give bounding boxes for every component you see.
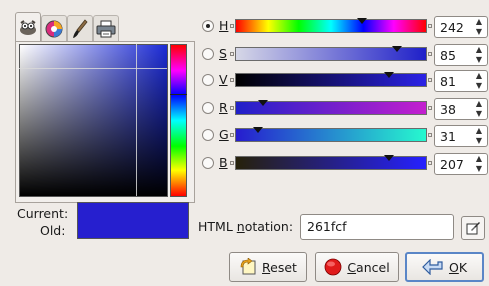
slider-track-v[interactable] [235, 73, 427, 87]
slider-end-left [230, 24, 234, 28]
slider-end-right [428, 106, 432, 110]
tab-wheel-selector[interactable] [41, 15, 67, 42]
printer-icon [96, 20, 116, 38]
slider-end-left [230, 161, 234, 165]
html-notation-input[interactable]: 261fcf [300, 214, 454, 240]
crosshair-vertical [136, 44, 137, 196]
slider-thumb-g[interactable] [253, 127, 264, 133]
slider-track-g[interactable] [235, 128, 427, 142]
ok-button[interactable]: OK [405, 252, 484, 282]
cancel-button[interactable]: Cancel [315, 252, 399, 282]
slider-track-b[interactable] [235, 156, 427, 170]
channel-radio-h[interactable] [202, 20, 214, 32]
chevron-up-icon[interactable]: ▲ [476, 100, 482, 108]
chevron-up-icon[interactable]: ▲ [476, 18, 482, 26]
channel-row-g: G 31 ▲ ▼ [199, 125, 489, 147]
spin-value-v[interactable]: 81 [440, 74, 456, 89]
chevron-down-icon[interactable]: ▼ [476, 82, 482, 90]
slider-end-right [428, 161, 432, 165]
spin-value-g[interactable]: 31 [440, 129, 456, 144]
spin-value-h[interactable]: 242 [440, 20, 464, 35]
slider-thumb-s[interactable] [391, 46, 402, 52]
channel-row-v: V 81 ▲ ▼ [199, 70, 489, 92]
color-picker-button[interactable] [461, 216, 485, 240]
tab-gimp-selector[interactable] [15, 12, 41, 43]
slider-end-left [230, 106, 234, 110]
spin-arrows[interactable]: ▲ ▼ [473, 72, 485, 90]
eyedropper-icon [466, 222, 480, 235]
slider-end-left [230, 52, 234, 56]
wilber-icon [20, 20, 36, 35]
channel-radio-s[interactable] [202, 48, 214, 60]
color-selector-tabs [15, 12, 125, 44]
color-swatch [77, 202, 189, 239]
spin-button-g[interactable]: 31 ▲ ▼ [434, 125, 488, 147]
channel-row-s: S 85 ▲ ▼ [199, 44, 489, 66]
spin-button-b[interactable]: 207 ▲ ▼ [434, 153, 488, 175]
spin-button-s[interactable]: 85 ▲ ▼ [434, 44, 488, 66]
cancel-icon [324, 258, 342, 276]
spin-value-r[interactable]: 38 [440, 102, 456, 117]
hue-strip[interactable] [170, 44, 187, 197]
slider-thumb-h[interactable] [357, 18, 368, 24]
slider-end-right [428, 133, 432, 137]
slider-thumb-v[interactable] [383, 72, 394, 78]
slider-thumb-b[interactable] [384, 155, 395, 161]
slider-end-right [428, 52, 432, 56]
spin-arrows[interactable]: ▲ ▼ [473, 100, 485, 118]
reset-button[interactable]: Reset [229, 252, 307, 282]
color-wheel-icon [45, 20, 63, 38]
channel-row-h: H 242 ▲ ▼ [199, 16, 489, 38]
slider-end-right [428, 78, 432, 82]
spin-button-r[interactable]: 38 ▲ ▼ [434, 98, 488, 120]
spin-arrows[interactable]: ▲ ▼ [473, 155, 485, 173]
chevron-up-icon[interactable]: ▲ [476, 72, 482, 80]
chevron-down-icon[interactable]: ▼ [476, 165, 482, 173]
saturation-value-area[interactable] [19, 44, 168, 197]
crosshair-horizontal [19, 68, 167, 69]
spin-value-b[interactable]: 207 [440, 157, 464, 172]
spin-value-s[interactable]: 85 [440, 48, 456, 63]
chevron-down-icon[interactable]: ▼ [476, 110, 482, 118]
channel-row-b: B 207 ▲ ▼ [199, 153, 489, 175]
ok-arrow-icon [422, 259, 443, 275]
channel-radio-b[interactable] [202, 157, 214, 169]
slider-track-h[interactable] [235, 19, 427, 33]
spin-button-h[interactable]: 242 ▲ ▼ [434, 16, 488, 38]
spin-button-v[interactable]: 81 ▲ ▼ [434, 70, 488, 92]
channel-row-r: R 38 ▲ ▼ [199, 98, 489, 120]
chevron-up-icon[interactable]: ▲ [476, 155, 482, 163]
paintbrush-icon [73, 19, 88, 38]
slider-end-left [230, 78, 234, 82]
old-label: Old: [40, 223, 66, 238]
channel-radio-g[interactable] [202, 129, 214, 141]
chevron-down-icon[interactable]: ▼ [476, 56, 482, 64]
current-label: Current: [17, 206, 69, 221]
reset-icon [240, 258, 256, 275]
spin-arrows[interactable]: ▲ ▼ [473, 46, 485, 64]
chevron-down-icon[interactable]: ▼ [476, 137, 482, 145]
slider-end-right [428, 24, 432, 28]
chevron-up-icon[interactable]: ▲ [476, 127, 482, 135]
channel-radio-r[interactable] [202, 102, 214, 114]
tab-printer-selector[interactable] [93, 15, 119, 42]
spin-arrows[interactable]: ▲ ▼ [473, 18, 485, 36]
tab-watercolor-selector[interactable] [67, 15, 93, 42]
chevron-up-icon[interactable]: ▲ [476, 46, 482, 54]
hue-marker [170, 94, 187, 95]
chevron-down-icon[interactable]: ▼ [476, 28, 482, 36]
spin-arrows[interactable]: ▲ ▼ [473, 127, 485, 145]
channel-radio-v[interactable] [202, 74, 214, 86]
html-notation-label: HTML notation: [198, 219, 294, 234]
slider-thumb-r[interactable] [258, 100, 269, 106]
slider-end-left [230, 133, 234, 137]
